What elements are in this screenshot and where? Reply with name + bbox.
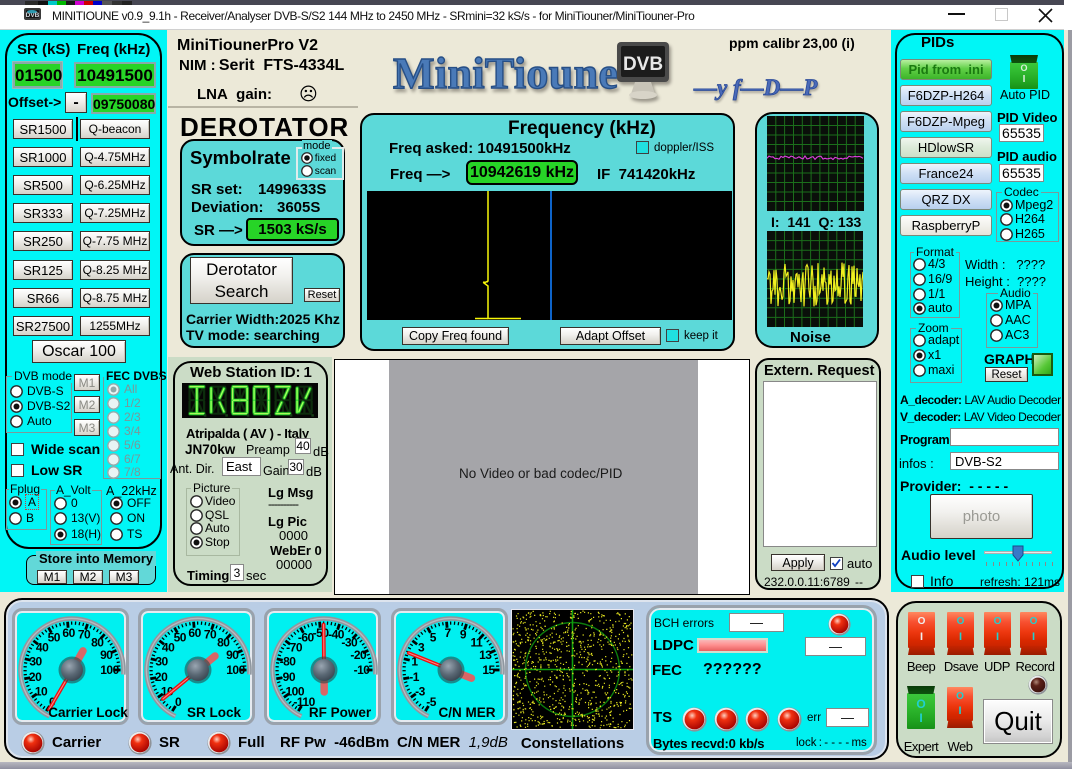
svg-text:10: 10 (35, 684, 48, 698)
svg-text:30: 30 (29, 655, 42, 669)
svg-text:13: 13 (479, 648, 492, 662)
svg-text:60: 60 (62, 626, 75, 640)
svg-text:-80: -80 (280, 655, 297, 669)
svg-text:90: 90 (100, 648, 113, 662)
svg-text:—y f—D—P: —y f—D—P (693, 75, 818, 100)
svg-text:100: 100 (226, 663, 245, 677)
svg-text:DVB: DVB (623, 54, 663, 75)
svg-text:MiniTioune: MiniTioune (393, 49, 618, 98)
svg-text:70: 70 (78, 628, 91, 642)
svg-text:15: 15 (482, 663, 495, 677)
svg-text:-1: -1 (409, 670, 419, 684)
svg-text:9: 9 (460, 628, 467, 642)
svg-text:70: 70 (204, 628, 217, 642)
svg-text:-90: -90 (279, 670, 296, 684)
svg-text:30: 30 (155, 655, 168, 669)
svg-text:-10: -10 (354, 663, 371, 677)
svg-text:50: 50 (174, 630, 187, 644)
svg-text:-50: -50 (313, 626, 330, 640)
svg-text:20: 20 (155, 670, 168, 684)
svg-text:20: 20 (29, 670, 42, 684)
svg-text:50: 50 (48, 630, 61, 644)
svg-text:3: 3 (418, 641, 425, 655)
svg-text:7: 7 (445, 626, 452, 640)
svg-text:100: 100 (100, 663, 119, 677)
svg-text:-3: -3 (415, 684, 425, 698)
svg-text:5: 5 (430, 630, 437, 644)
svg-text:-100: -100 (282, 684, 305, 698)
svg-text:90: 90 (226, 648, 239, 662)
svg-text:60: 60 (188, 626, 201, 640)
svg-text:-20: -20 (350, 648, 367, 662)
